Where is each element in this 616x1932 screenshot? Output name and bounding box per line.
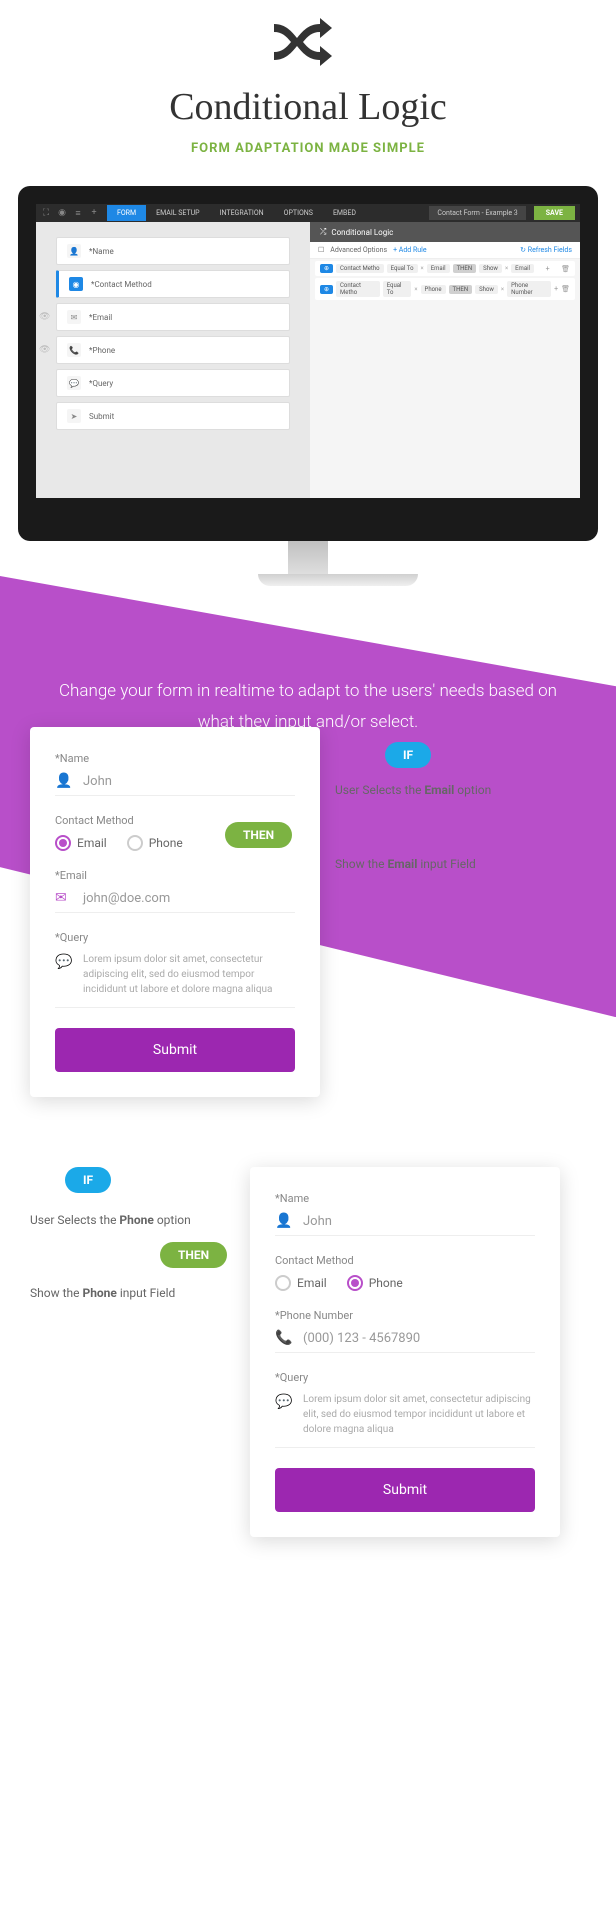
close-icon[interactable]: × (501, 286, 504, 293)
example-form: *Name 👤John Contact Method Email Phone *… (30, 727, 320, 1097)
shuffle-icon: ⤮ (320, 227, 326, 237)
send-icon: ➤ (67, 409, 81, 423)
field-query[interactable]: 💬*Query (56, 369, 290, 397)
phone-icon: 📞 (275, 1330, 293, 1346)
add-icon[interactable]: + (89, 208, 99, 218)
submit-button[interactable]: Submit (275, 1468, 535, 1512)
email-label: *Email (55, 869, 295, 882)
name-label: *Name (55, 752, 295, 765)
cm-label: Contact Method (275, 1254, 535, 1267)
email-input[interactable]: john@doe.com (83, 891, 295, 906)
form-builder: 👤*Name ◉*Contact Method 👁✉*Email 👁📞*Phon… (36, 222, 310, 498)
tab-email[interactable]: EMAIL SETUP (146, 205, 209, 221)
condition-text: User Selects the Phone option (30, 1213, 250, 1227)
query-label: *Query (55, 931, 295, 944)
name-label: *Name (275, 1192, 535, 1205)
name-input[interactable]: John (83, 774, 295, 789)
panel-header: ⤮Conditional Logic (310, 222, 580, 242)
field-email[interactable]: 👁✉*Email (56, 303, 290, 331)
radio-phone[interactable]: Phone (347, 1275, 403, 1291)
query-input[interactable]: 💬Lorem ipsum dolor sit amet, consectetur… (55, 952, 295, 1008)
user-icon: 👤 (275, 1213, 293, 1229)
submit-button[interactable]: Submit (55, 1028, 295, 1072)
example-email: *Name 👤John Contact Method Email Phone *… (30, 727, 586, 1097)
radio-phone[interactable]: Phone (127, 835, 183, 851)
then-badge: THEN (160, 1242, 227, 1268)
phone-input[interactable]: (000) 123 - 4567890 (303, 1331, 535, 1346)
eye-icon[interactable]: 👁 (39, 312, 50, 322)
advanced-checkbox[interactable]: ☐ (318, 246, 324, 254)
nav-tabs: FORM EMAIL SETUP INTEGRATION OPTIONS EMB… (107, 205, 366, 221)
dashboard-icon[interactable]: ◉ (57, 208, 67, 218)
page-subtitle: FORM ADAPTATION MADE SIMPLE (0, 141, 616, 156)
plus-icon[interactable]: + (546, 265, 550, 273)
rule-row[interactable]: ⊕ Contact Metho Equal To × Email THEN Sh… (315, 261, 575, 276)
trash-icon[interactable]: 🗑 (561, 265, 570, 273)
rule-drag-icon[interactable]: ⊕ (320, 285, 333, 294)
radio-icon (275, 1275, 291, 1291)
condition-text: User Selects the Email option (335, 783, 586, 797)
then-badge: THEN (225, 822, 292, 848)
tab-integration[interactable]: INTEGRATION (210, 205, 274, 221)
mail-icon: ✉ (55, 890, 73, 906)
breadcrumb[interactable]: Contact Form - Example 3 (429, 206, 525, 220)
radio-email[interactable]: Email (275, 1275, 327, 1291)
field-contact-method[interactable]: ◉*Contact Method (56, 270, 290, 298)
advanced-label: Advanced Options (330, 246, 387, 254)
field-submit[interactable]: ➤Submit (56, 402, 290, 430)
user-icon: 👤 (55, 773, 73, 789)
close-icon[interactable]: × (414, 286, 417, 293)
field-name[interactable]: 👤*Name (56, 237, 290, 265)
chat-icon: 💬 (275, 1392, 292, 1413)
trash-icon[interactable]: 🗑 (561, 285, 570, 293)
app-topbar: ⛶ ◉ ≡ + FORM EMAIL SETUP INTEGRATION OPT… (36, 204, 580, 222)
result-text: Show the Phone input Field (30, 1286, 250, 1300)
close-icon[interactable]: × (505, 265, 508, 272)
conditional-panel: ⤮Conditional Logic ☐ Advanced Options + … (310, 222, 580, 498)
chat-icon: 💬 (55, 952, 72, 973)
add-rule-button[interactable]: + Add Rule (393, 246, 427, 254)
radio-icon: ◉ (69, 277, 83, 291)
tab-form[interactable]: FORM (107, 205, 146, 221)
phone-label: *Phone Number (275, 1309, 535, 1322)
result-text: Show the Email input Field (335, 857, 586, 871)
rule-row[interactable]: ⊕ Contact Metho Equal To × Phone THEN Sh… (315, 278, 575, 300)
radio-icon (347, 1275, 363, 1291)
field-phone[interactable]: 👁📞*Phone (56, 336, 290, 364)
name-input[interactable]: John (303, 1214, 535, 1229)
menu-icon[interactable]: ≡ (73, 208, 83, 218)
user-icon: 👤 (67, 244, 81, 258)
example-form: *Name 👤 John Contact Method Email Phone *… (250, 1167, 560, 1537)
save-button[interactable]: SAVE (534, 206, 575, 220)
radio-email[interactable]: Email (55, 835, 107, 851)
page-title: Conditional Logic (0, 85, 616, 129)
example-phone: IF User Selects the Phone option THEN Sh… (30, 1167, 586, 1537)
if-badge: IF (385, 742, 431, 768)
close-icon[interactable]: × (421, 265, 424, 272)
mail-icon: ✉ (67, 310, 81, 324)
if-badge: IF (65, 1167, 111, 1193)
radio-icon (55, 835, 71, 851)
refresh-button[interactable]: ↻ Refresh Fields (520, 246, 572, 254)
rule-drag-icon[interactable]: ⊕ (320, 264, 333, 273)
tab-embed[interactable]: EMBED (323, 205, 366, 221)
phone-icon: 📞 (67, 343, 81, 357)
query-label: *Query (275, 1371, 535, 1384)
eye-icon[interactable]: 👁 (39, 345, 50, 355)
shuffle-icon (268, 10, 348, 70)
plus-icon[interactable]: + (554, 285, 558, 293)
tab-options[interactable]: OPTIONS (274, 205, 323, 221)
fullscreen-icon[interactable]: ⛶ (41, 208, 51, 218)
query-input[interactable]: 💬Lorem ipsum dolor sit amet, consectetur… (275, 1392, 535, 1448)
monitor-mockup: ⛶ ◉ ≡ + FORM EMAIL SETUP INTEGRATION OPT… (18, 186, 598, 596)
chat-icon: 💬 (67, 376, 81, 390)
radio-icon (127, 835, 143, 851)
